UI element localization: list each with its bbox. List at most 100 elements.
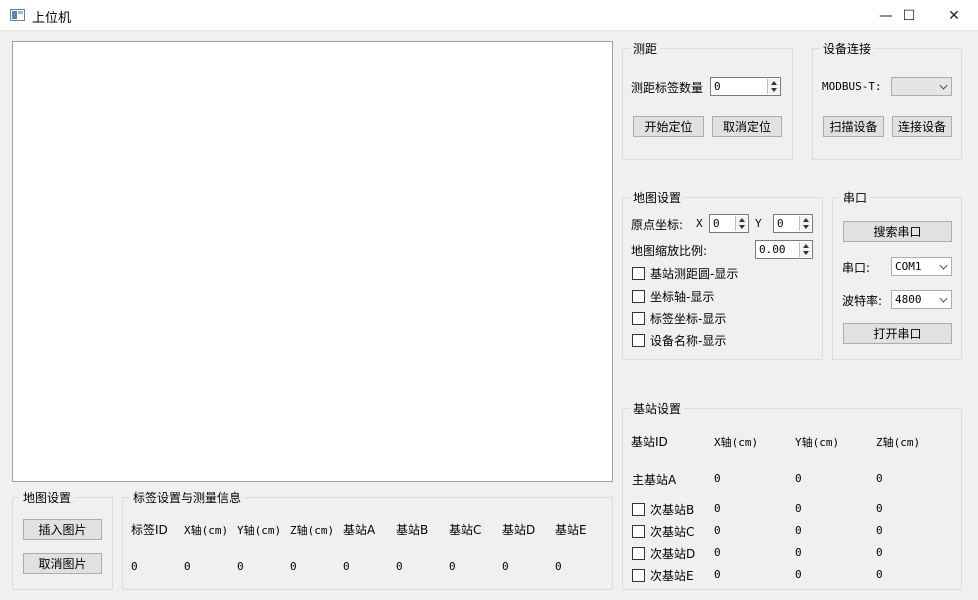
tag-header-id: 标签ID — [131, 523, 168, 537]
bs-header-z: Z轴(cm) — [876, 436, 921, 449]
checkbox-box[interactable] — [632, 569, 645, 582]
bs-row-y[interactable]: 0 — [795, 568, 802, 581]
tag-value-station-c: 0 — [449, 560, 456, 573]
bs-header-y: Y轴(cm) — [795, 436, 840, 449]
checkbox-box[interactable] — [632, 547, 645, 560]
tag-value-z: 0 — [290, 560, 297, 573]
app-window-icon — [10, 9, 25, 21]
bs-row-b[interactable]: 次基站B — [632, 501, 694, 518]
close-button[interactable]: ✕ — [931, 0, 977, 31]
ranging-group-title: 测距 — [630, 40, 661, 57]
connect-device-button[interactable]: 连接设备 — [892, 116, 952, 137]
bs-row-name: 次基站E — [650, 569, 694, 583]
device-group — [812, 48, 962, 160]
baud-label: 波特率: — [842, 294, 883, 308]
tag-header-y: Y轴(cm) — [237, 524, 282, 537]
bs-header-x: X轴(cm) — [714, 436, 759, 449]
map-image-title: 地图设置 — [20, 489, 75, 506]
bs-header-id: 基站ID — [631, 435, 668, 449]
bs-row-y[interactable]: 0 — [795, 546, 802, 559]
cancel-image-button[interactable]: 取消图片 — [23, 553, 102, 574]
port-label: 串口: — [842, 261, 871, 275]
scale-spinbox[interactable]: 0.00 — [755, 240, 813, 259]
checkbox-device-name[interactable]: 设备名称-显示 — [632, 332, 726, 349]
tag-value-x: 0 — [184, 560, 191, 573]
scale-value: 0.00 — [759, 243, 786, 256]
spin-arrows-icon[interactable] — [767, 79, 779, 94]
checkbox-box[interactable] — [632, 525, 645, 538]
bs-row-x[interactable]: 0 — [714, 502, 721, 515]
tag-header-x: X轴(cm) — [184, 524, 229, 537]
baud-select[interactable]: 4800 — [891, 290, 952, 309]
checkbox-label: 标签坐标-显示 — [650, 312, 727, 326]
tag-value-station-e: 0 — [555, 560, 562, 573]
spin-arrows-icon[interactable] — [735, 216, 747, 231]
origin-x-spinbox[interactable]: 0 — [709, 214, 749, 233]
bs-row-x[interactable]: 0 — [714, 568, 721, 581]
bs-row-z[interactable]: 0 — [876, 546, 883, 559]
start-positioning-button[interactable]: 开始定位 — [633, 116, 704, 137]
bs-row-z[interactable]: 0 — [876, 524, 883, 537]
bs-row-z[interactable]: 0 — [876, 568, 883, 581]
bs-row-x[interactable]: 0 — [714, 546, 721, 559]
insert-image-button[interactable]: 插入图片 — [23, 519, 102, 540]
tag-value-station-d: 0 — [502, 560, 509, 573]
checkbox-station-circle[interactable]: 基站测距圆-显示 — [632, 265, 738, 282]
tag-header-station-d: 基站D — [502, 523, 536, 537]
tag-info-title: 标签设置与测量信息 — [130, 489, 245, 506]
chevron-down-icon — [939, 261, 948, 270]
tag-count-spinbox[interactable]: 0 — [710, 77, 781, 96]
checkbox-axis[interactable]: 坐标轴-显示 — [632, 288, 714, 305]
map-canvas[interactable] — [12, 41, 613, 482]
port-select[interactable]: COM1 — [891, 257, 952, 276]
origin-label: 原点坐标: — [631, 218, 684, 232]
tag-info-group — [122, 497, 613, 590]
bs-row-y[interactable]: 0 — [795, 502, 802, 515]
modbus-label: MODBUS-T: — [822, 80, 882, 93]
checkbox-box[interactable] — [632, 267, 645, 280]
tag-header-station-a: 基站A — [343, 523, 376, 537]
bs-row-z[interactable]: 0 — [876, 502, 883, 515]
bs-row-name: 次基站B — [650, 503, 695, 517]
bs-row-c[interactable]: 次基站C — [632, 523, 694, 540]
cancel-positioning-button[interactable]: 取消定位 — [712, 116, 782, 137]
bs-row-y[interactable]: 0 — [795, 472, 802, 485]
spin-arrows-icon[interactable] — [799, 216, 811, 231]
maximize-button[interactable]: ☐ — [886, 0, 932, 31]
checkbox-label: 基站测距圆-显示 — [650, 267, 739, 281]
bs-row-d[interactable]: 次基站D — [632, 545, 695, 562]
checkbox-box[interactable] — [632, 334, 645, 347]
checkbox-box[interactable] — [632, 290, 645, 303]
tag-value-station-b: 0 — [396, 560, 403, 573]
base-station-title: 基站设置 — [630, 400, 685, 417]
tag-header-station-c: 基站C — [449, 523, 482, 537]
checkbox-tag-coord[interactable]: 标签坐标-显示 — [632, 310, 726, 327]
tag-header-z: Z轴(cm) — [290, 524, 335, 537]
tag-header-station-b: 基站B — [396, 523, 429, 537]
checkbox-box[interactable] — [632, 312, 645, 325]
scale-label: 地图缩放比例: — [631, 244, 708, 258]
search-serial-button[interactable]: 搜索串口 — [843, 221, 952, 242]
ranging-group — [622, 48, 793, 160]
bs-row-e[interactable]: 次基站E — [632, 567, 694, 584]
origin-y-label: Y — [755, 217, 762, 230]
spin-arrows-icon[interactable] — [799, 242, 811, 257]
open-serial-button[interactable]: 打开串口 — [843, 323, 952, 344]
bs-row-z[interactable]: 0 — [876, 472, 883, 485]
bs-row-x[interactable]: 0 — [714, 472, 721, 485]
checkbox-box[interactable] — [632, 503, 645, 516]
origin-x-value: 0 — [713, 217, 720, 230]
bs-row-y[interactable]: 0 — [795, 524, 802, 537]
tag-count-value: 0 — [714, 80, 721, 93]
title-bar: 上位机 — ☐ ✕ — [0, 0, 978, 31]
modbus-select[interactable] — [891, 77, 952, 96]
bs-row-name: 次基站C — [650, 525, 695, 539]
bs-row-name: 主基站A — [632, 473, 677, 487]
map-image-group — [12, 497, 113, 590]
tag-value-id: 0 — [131, 560, 138, 573]
scan-device-button[interactable]: 扫描设备 — [823, 116, 884, 137]
origin-y-spinbox[interactable]: 0 — [773, 214, 813, 233]
tag-value-station-a: 0 — [343, 560, 350, 573]
port-value: COM1 — [895, 260, 922, 273]
bs-row-x[interactable]: 0 — [714, 524, 721, 537]
